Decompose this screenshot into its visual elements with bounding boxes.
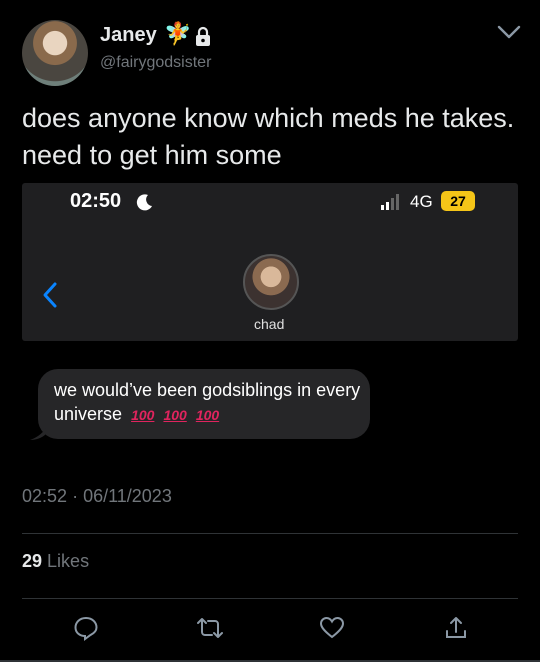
message-text: we would’ve been godsiblings in every un… — [54, 378, 364, 427]
like-icon[interactable] — [318, 614, 346, 642]
chevron-down-icon[interactable] — [496, 22, 522, 42]
bubble-tail — [30, 428, 46, 440]
share-icon[interactable] — [442, 614, 470, 642]
hundred-emoji: 100 — [131, 407, 155, 423]
tweet-timestamp[interactable]: 02:52 · 06/11/2023 — [22, 486, 172, 507]
likes-count[interactable]: 29 Likes — [22, 551, 89, 572]
status-time: 02:50 — [70, 190, 122, 212]
tweet-time: 02:52 — [22, 486, 68, 506]
back-chevron-icon[interactable] — [40, 281, 60, 309]
tweet-text: does anyone know which meds he takes. ne… — [22, 103, 515, 170]
author-handle[interactable]: @fairygodsister — [100, 54, 211, 72]
hundred-emoji: 100 — [195, 407, 220, 423]
contact-name: chad — [254, 316, 285, 332]
likes-label: Likes — [47, 551, 90, 571]
divider — [22, 533, 518, 534]
author-avatar[interactable] — [22, 20, 88, 86]
hundred-emoji: 100 — [163, 407, 187, 423]
meta-separator: · — [72, 486, 79, 506]
battery-indicator: 27 — [441, 191, 475, 211]
signal-icon — [381, 194, 399, 210]
moon-icon — [136, 194, 152, 211]
author-name[interactable]: Janey — [100, 24, 157, 47]
likes-number: 29 — [22, 551, 43, 571]
reply-icon[interactable] — [72, 614, 100, 642]
retweet-icon[interactable] — [196, 614, 224, 642]
contact-avatar[interactable] — [243, 254, 299, 310]
tweet-date: 06/11/2023 — [83, 486, 172, 506]
network-label: 4G — [410, 192, 433, 211]
divider — [22, 598, 518, 599]
lock-icon — [196, 26, 210, 46]
fairy-emoji: 🧚 — [164, 21, 192, 46]
